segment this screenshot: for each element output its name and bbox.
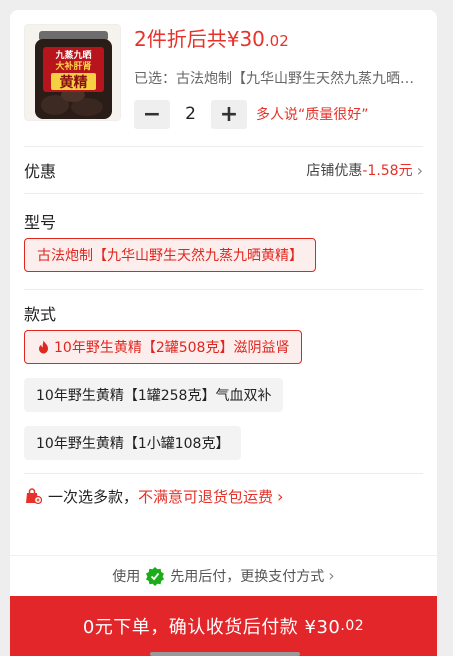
divider — [24, 289, 423, 290]
decrease-quantity-button[interactable]: − — [134, 99, 170, 129]
chevron-right-icon: › — [328, 566, 335, 585]
payment-method-text: 先用后付，更换支付方式 — [170, 568, 325, 585]
divider — [24, 193, 423, 194]
quantity-value[interactable]: 2 — [170, 104, 211, 124]
policy-highlight: 不满意可退货包运费 — [138, 487, 274, 506]
minus-icon: − — [142, 101, 162, 127]
thumb-line-3: 黄精 — [60, 74, 88, 91]
discount-amount: -1.58元 — [362, 163, 413, 179]
praise-text: 多人说“质量很好” — [256, 107, 369, 123]
flame-icon — [39, 340, 48, 354]
policy-prefix: 一次选多款， — [48, 487, 139, 506]
product-thumbnail[interactable]: 九蒸九晒 大补肝肾 黄精 — [24, 24, 121, 121]
place-order-cents: .02 — [340, 618, 365, 634]
divider — [24, 473, 423, 474]
plus-icon: + — [219, 101, 239, 127]
style-section-title: 款式 — [24, 305, 57, 324]
place-order-button[interactable]: 0元下单，确认收货后付款 ¥30.02 — [10, 596, 437, 656]
discount-detail: 店铺优惠 -1.58元 › — [306, 160, 423, 180]
increase-quantity-button[interactable]: + — [211, 99, 247, 129]
selected-option-text: 已选：古法炮制【九华山野生天然九蒸九晒黄精】 — [134, 71, 424, 87]
thumb-line-2: 大补肝肾 — [55, 60, 91, 72]
product-jar-image: 九蒸九晒 大补肝肾 黄精 — [25, 25, 120, 120]
quantity-stepper: − 2 + 多人说“质量很好” — [134, 99, 369, 129]
style-option-label: 10年野生黄精【2罐508克】滋阴益肾 — [54, 340, 290, 356]
style-option[interactable]: 10年野生黄精【1罐258克】气血双补 — [24, 378, 284, 412]
chevron-right-icon: › — [416, 160, 423, 180]
pay-later-badge-icon — [146, 566, 165, 586]
thumb-line-1: 九蒸九晒 — [54, 49, 91, 61]
bundle-price: 2件折后共¥30.02 — [134, 23, 289, 52]
price-main: 2件折后共¥30 — [134, 27, 265, 51]
style-option[interactable]: 10年野生黄精【1小罐108克】 — [24, 426, 242, 460]
type-option-label: 古法炮制【九华山野生天然九蒸九晒黄精】 — [37, 248, 303, 264]
price-cents: .02 — [264, 32, 289, 50]
shopping-bag-icon — [26, 488, 42, 505]
sku-selection-sheet: 九蒸九晒 大补肝肾 黄精 2件折后共¥30.02 已选：古法炮制【九华山野生天然… — [10, 10, 437, 656]
style-option-selected[interactable]: 10年野生黄精【2罐508克】滋阴益肾 — [24, 330, 303, 364]
return-policy-link[interactable]: 一次选多款， 不满意可退货包运费 › — [24, 484, 283, 508]
type-section-title: 型号 — [24, 213, 57, 232]
style-option-label: 10年野生黄精【1小罐108克】 — [36, 436, 230, 452]
payment-method-row[interactable]: 使用 先用后付，更换支付方式 › — [10, 555, 437, 595]
payment-prefix: 使用 — [112, 568, 141, 585]
discount-title: 优惠 — [24, 162, 57, 181]
divider — [24, 146, 423, 147]
product-summary: 九蒸九晒 大补肝肾 黄精 2件折后共¥30.02 已选：古法炮制【九华山野生天然… — [10, 10, 437, 146]
type-option-selected[interactable]: 古法炮制【九华山野生天然九蒸九晒黄精】 — [24, 238, 316, 272]
home-indicator — [150, 652, 300, 656]
discount-row[interactable]: 优惠 店铺优惠 -1.58元 › — [24, 157, 423, 183]
chevron-right-icon: › — [277, 486, 284, 506]
discount-label: 店铺优惠 — [306, 163, 363, 179]
place-order-label: 0元下单，确认收货后付款 ¥30 — [82, 617, 341, 638]
style-option-label: 10年野生黄精【1罐258克】气血双补 — [36, 388, 272, 404]
